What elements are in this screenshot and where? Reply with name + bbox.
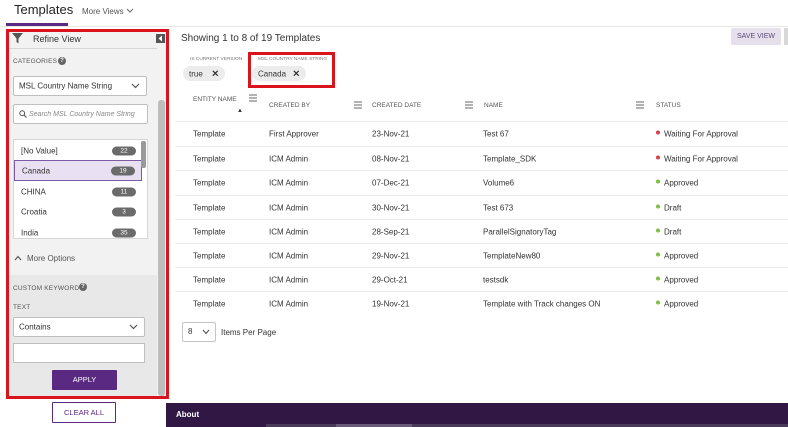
top-tab-bar: Templates More Views <box>0 0 788 27</box>
cell-entity: Template <box>193 154 226 163</box>
column-header-label: STATUS <box>656 102 681 109</box>
chevron-down-icon <box>202 329 210 335</box>
cell-entity: Template <box>193 299 226 308</box>
filter-chip[interactable]: true ✕ <box>183 66 225 81</box>
status-text: Draft <box>664 203 682 212</box>
status-text: Approved <box>664 178 699 187</box>
column-menu-icon[interactable] <box>249 94 257 102</box>
column-header-created-by[interactable]: CREATED BY <box>269 88 364 118</box>
table-row[interactable]: Template First Approver 23-Nov-21 Test 6… <box>175 121 788 145</box>
status-dot <box>656 179 660 184</box>
cell-name: ParallelSignatoryTag <box>483 227 557 236</box>
cell-created-date: 19-Nov-21 <box>372 299 410 308</box>
cell-status: Approved <box>656 178 698 187</box>
cell-entity: Template <box>193 227 226 236</box>
cell-status: Draft <box>656 227 681 236</box>
cell-created-date: 23-Nov-21 <box>372 129 410 138</box>
status-dot <box>656 228 660 233</box>
items-per-page-label: Items Per Page <box>221 328 277 337</box>
cell-status: Approved <box>656 275 698 284</box>
cell-created-date: 08-Nov-21 <box>372 154 410 163</box>
save-view-button[interactable]: SAVE VIEW <box>731 28 781 45</box>
status-dot <box>656 300 660 305</box>
status-dot <box>656 155 660 160</box>
cell-created-by: First Approver <box>269 129 319 138</box>
cell-created-by: ICM Admin <box>269 154 309 163</box>
table-row[interactable]: Template ICM Admin 29-Oct-21 testsdk App… <box>175 267 788 291</box>
cell-created-by: ICM Admin <box>269 299 309 308</box>
column-header-label: CREATED BY <box>269 102 311 109</box>
cell-created-date: 29-Oct-21 <box>372 275 408 284</box>
cell-status: Waiting For Approval <box>656 154 738 163</box>
active-tab-indicator <box>6 23 68 26</box>
cell-created-date: 29-Nov-21 <box>372 251 410 260</box>
cell-created-date: 28-Sep-21 <box>372 227 410 236</box>
cell-created-by: ICM Admin <box>269 203 309 212</box>
highlight-box-refine-panel <box>6 29 169 399</box>
cell-entity: Template <box>193 251 226 260</box>
status-text: Approved <box>664 275 699 284</box>
column-header-label: CREATED DATE <box>372 102 422 109</box>
clear-all-button[interactable]: CLEAR ALL <box>52 402 116 423</box>
toolbar-edge-button[interactable] <box>784 28 788 45</box>
table-row[interactable]: Template ICM Admin 07-Dec-21 Volume6 App… <box>175 170 788 194</box>
status-text: Draft <box>664 227 682 236</box>
filter-chip-value: true <box>189 69 203 78</box>
tab-more-views[interactable]: More Views <box>82 7 124 16</box>
cell-name: Volume6 <box>483 178 515 187</box>
status-dot <box>656 130 660 135</box>
cell-created-by: ICM Admin <box>269 227 309 236</box>
items-per-page-select[interactable]: 8 <box>182 322 216 342</box>
column-header-name[interactable]: NAME <box>484 88 644 118</box>
column-header-created-date[interactable]: CREATED DATE <box>372 88 472 118</box>
cell-name: testsdk <box>483 275 509 284</box>
cell-entity: Template <box>193 275 226 284</box>
status-dot <box>656 252 660 257</box>
cell-name: Template_SDK <box>483 154 537 163</box>
column-header-status[interactable]: STATUS <box>656 88 776 118</box>
cell-name: Test 67 <box>483 129 509 138</box>
column-menu-icon[interactable] <box>465 101 473 109</box>
cell-status: Approved <box>656 299 698 308</box>
cell-created-date: 07-Dec-21 <box>372 178 410 187</box>
tab-templates[interactable]: Templates <box>14 2 73 17</box>
cell-name: Template with Track changes ON <box>483 299 601 308</box>
cell-entity: Template <box>193 203 226 212</box>
status-text: Approved <box>664 299 699 308</box>
table-row[interactable]: Template ICM Admin 29-Nov-21 TemplateNew… <box>175 243 788 267</box>
cell-name: TemplateNew80 <box>483 251 541 260</box>
cell-name: Test 673 <box>483 203 514 212</box>
items-per-page-value: 8 <box>188 327 193 336</box>
column-header-entity-name[interactable]: ENTITY NAME <box>193 88 263 118</box>
footer-about-link[interactable]: About <box>176 410 199 419</box>
cell-status: Draft <box>656 203 681 212</box>
close-icon[interactable]: ✕ <box>211 68 219 79</box>
status-text: Waiting For Approval <box>664 154 738 163</box>
cell-created-by: ICM Admin <box>269 275 309 284</box>
filter-label: IS CURRENT VERSION <box>190 57 243 62</box>
cell-entity: Template <box>193 129 226 138</box>
status-text: Approved <box>664 251 699 260</box>
status-dot <box>656 204 660 209</box>
column-header-label: NAME <box>484 102 503 109</box>
chevron-down-icon[interactable] <box>125 4 135 16</box>
cell-entity: Template <box>193 178 226 187</box>
column-menu-icon[interactable] <box>354 101 362 109</box>
sort-ascending-icon[interactable]: ▲ <box>237 108 243 114</box>
highlight-box-country-filter <box>248 52 335 88</box>
table-row[interactable]: Template ICM Admin 28-Sep-21 ParallelSig… <box>175 219 788 243</box>
table-row[interactable]: Template ICM Admin 19-Nov-21 Template wi… <box>175 291 788 315</box>
table-row[interactable]: Template ICM Admin 08-Nov-21 Template_SD… <box>175 146 788 170</box>
column-header-label: ENTITY NAME <box>193 96 237 103</box>
status-dot <box>656 276 660 281</box>
cell-status: Approved <box>656 251 698 260</box>
column-menu-icon[interactable] <box>636 101 644 109</box>
cell-status: Waiting For Approval <box>656 129 738 138</box>
cell-created-by: ICM Admin <box>269 178 309 187</box>
cell-created-by: ICM Admin <box>269 251 309 260</box>
results-summary: Showing 1 to 8 of 19 Templates <box>181 33 321 44</box>
table-row[interactable]: Template ICM Admin 30-Nov-21 Test 673 Dr… <box>175 195 788 219</box>
status-text: Waiting For Approval <box>664 129 738 138</box>
cell-created-date: 30-Nov-21 <box>372 203 410 212</box>
